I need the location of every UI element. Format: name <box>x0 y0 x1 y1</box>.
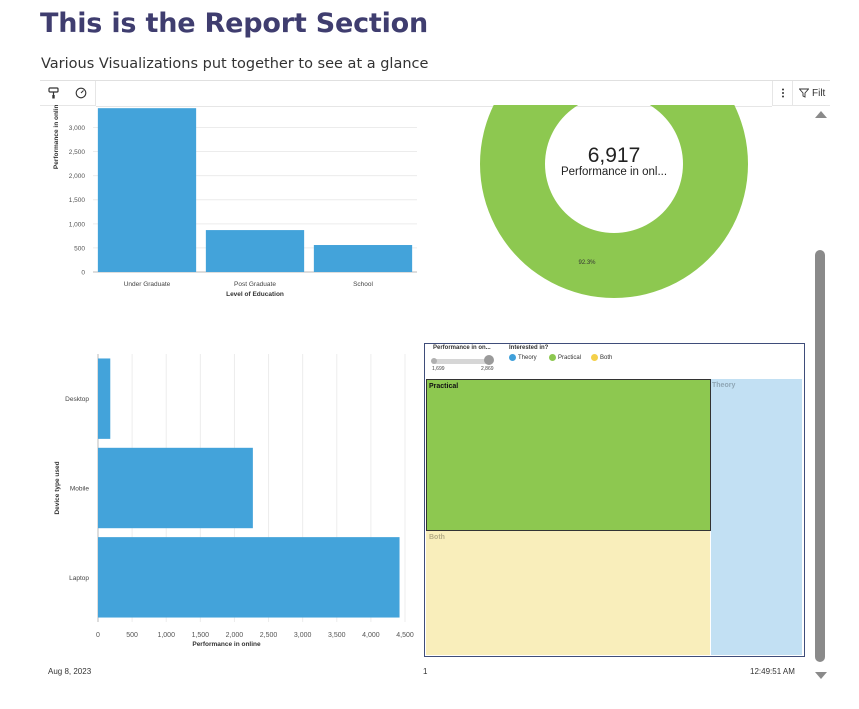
bar[interactable] <box>98 537 400 618</box>
x-tick-label: 3,500 <box>328 632 346 639</box>
y-tick-label: 500 <box>74 245 85 252</box>
x-tick-label: School <box>353 281 373 288</box>
bar[interactable] <box>205 230 305 272</box>
filter-label: Filt <box>812 87 826 99</box>
x-tick-label: Post Graduate <box>234 281 276 288</box>
x-tick-label: 3,000 <box>294 632 312 639</box>
donut-center-label: Performance in onl... <box>561 166 667 178</box>
filter-icon <box>799 88 809 98</box>
scroll-up-arrow-icon[interactable] <box>815 111 827 118</box>
theory-color-swatch <box>509 354 516 361</box>
both-color-swatch <box>591 354 598 361</box>
legend-item-label: Theory <box>518 354 537 361</box>
treemap-node-label: Theory <box>712 382 736 389</box>
y-tick-label: 3,000 <box>69 125 86 132</box>
interest-treemap-chart: Performance in on... 1,699 2,869 Interes… <box>424 343 805 657</box>
page-subtitle: Various Visualizations put together to s… <box>41 56 429 72</box>
x-tick-label: 1,500 <box>192 632 210 639</box>
practical-color-swatch <box>549 354 556 361</box>
speedometer-icon[interactable] <box>73 85 89 101</box>
footer-time: 12:49:51 AM <box>750 667 795 676</box>
color-legend-title: Interested in? <box>509 345 549 351</box>
footer-date: Aug 8, 2023 <box>48 667 92 676</box>
size-legend-max: 2,869 <box>481 366 494 372</box>
x-tick-label: 1,000 <box>157 632 175 639</box>
footer-page-number: 1 <box>423 667 428 676</box>
legend-item-label: Practical <box>558 354 582 361</box>
y-axis-title: Device type used <box>54 461 61 514</box>
legend-item-both[interactable]: Both <box>591 354 612 361</box>
legend-item-theory[interactable]: Theory <box>509 354 537 361</box>
x-tick-label: Under Graduate <box>124 281 171 288</box>
scroll-thumb[interactable] <box>815 250 825 662</box>
x-tick-label: 500 <box>126 632 138 639</box>
vertical-scrollbar[interactable] <box>812 105 829 683</box>
treemap-node-label: Both <box>429 534 445 541</box>
x-tick-label: 4,500 <box>396 632 414 639</box>
x-tick-label: 2,000 <box>226 632 244 639</box>
x-tick-label: 0 <box>96 632 100 639</box>
paint-format-icon[interactable] <box>46 85 62 101</box>
device-bar-chart: 0 500 1,000 1,500 2,000 2,500 3,000 3,500 4,000 4… <box>54 354 414 648</box>
treemap-node-theory[interactable]: Theory <box>711 379 802 655</box>
size-legend-title: Performance in on... <box>433 345 491 351</box>
bar[interactable] <box>313 245 413 272</box>
page-title: This is the Report Section <box>40 8 429 39</box>
education-bar-chart: 0 500 1,000 1,500 2,000 2,500 3,000 Under Gradu… <box>53 105 417 298</box>
x-axis-title: Level of Education <box>226 291 284 298</box>
donut-slice[interactable] <box>480 105 748 298</box>
kebab-icon[interactable] <box>773 81 793 105</box>
treemap-node-both[interactable]: Both <box>426 531 710 655</box>
y-tick-label: 0 <box>81 270 85 277</box>
y-tick-label: Mobile <box>70 486 90 493</box>
treemap-node-practical[interactable]: Practical <box>426 379 711 531</box>
x-axis-title: Performance in online <box>192 641 261 648</box>
size-legend-slider[interactable] <box>433 359 491 364</box>
y-tick-label: Desktop <box>65 396 89 403</box>
performance-donut-chart: 92.3% 6,917Performance in onl... <box>480 105 748 298</box>
size-legend-min: 1,699 <box>432 366 445 372</box>
y-axis-title: Performance in online <box>53 105 60 169</box>
y-tick-label: 1,000 <box>69 221 86 228</box>
bar[interactable] <box>97 108 197 272</box>
filter-button[interactable]: Filt <box>793 88 825 99</box>
x-tick-label: 2,500 <box>260 632 278 639</box>
bar[interactable] <box>98 447 253 529</box>
toolbar-left <box>40 81 96 106</box>
legend-item-label: Both <box>600 354 613 361</box>
size-slider-max-handle[interactable] <box>484 355 494 365</box>
treemap-node-label: Practical <box>429 383 459 390</box>
size-slider-min-handle[interactable] <box>431 357 437 364</box>
legend-item-practical[interactable]: Practical <box>549 354 581 361</box>
y-tick-label: 1,500 <box>69 197 86 204</box>
slice-percent-label: 92.3% <box>578 260 596 266</box>
donut-center-value: 6,917 <box>588 144 641 167</box>
y-tick-label: 2,500 <box>69 149 86 156</box>
scroll-down-arrow-icon[interactable] <box>815 672 827 679</box>
y-tick-label: 2,000 <box>69 173 86 180</box>
toolbar-right: Filt <box>772 81 830 106</box>
y-tick-label: Laptop <box>69 575 89 582</box>
bar[interactable] <box>98 358 111 439</box>
x-tick-label: 4,000 <box>362 632 380 639</box>
